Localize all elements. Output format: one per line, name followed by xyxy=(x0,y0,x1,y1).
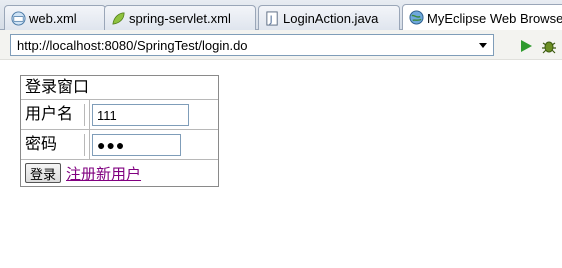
password-row: 密码 xyxy=(21,130,218,160)
tab-loginaction-java[interactable]: J LoginAction.java xyxy=(258,5,400,30)
password-cell xyxy=(89,130,90,159)
tab-label: MyEclipse Web Browse xyxy=(427,10,562,26)
password-input[interactable] xyxy=(92,134,181,156)
run-icon[interactable] xyxy=(518,38,534,54)
tab-label: LoginAction.java xyxy=(283,10,379,26)
xml-file-icon xyxy=(11,11,26,26)
tab-myeclipse-web-browser[interactable]: MyEclipse Web Browse xyxy=(402,4,562,31)
editor-tab-bar: web.xml spring-servlet.xml J LoginAction… xyxy=(0,0,562,31)
tab-web-xml[interactable]: web.xml xyxy=(4,5,106,30)
svg-text:J: J xyxy=(269,14,273,25)
login-title: 登录窗口 xyxy=(21,76,218,100)
browser-toolbar xyxy=(0,30,562,60)
debug-icon[interactable] xyxy=(541,38,557,54)
login-form: 登录窗口 用户名 密码 登录 注册新用户 xyxy=(20,75,219,187)
login-button[interactable]: 登录 xyxy=(25,163,62,183)
username-input[interactable] xyxy=(92,104,189,126)
actions-row: 登录 注册新用户 xyxy=(21,160,218,186)
browser-content: 登录窗口 用户名 密码 登录 注册新用户 xyxy=(0,61,562,268)
username-cell xyxy=(89,100,90,129)
tab-spring-servlet-xml[interactable]: spring-servlet.xml xyxy=(104,5,256,30)
java-file-icon: J xyxy=(266,11,278,26)
username-row: 用户名 xyxy=(21,100,218,130)
password-label: 密码 xyxy=(25,134,85,156)
url-dropdown-button[interactable] xyxy=(475,37,491,53)
username-label: 用户名 xyxy=(25,104,85,126)
tab-label: spring-servlet.xml xyxy=(129,10,231,26)
tab-label: web.xml xyxy=(29,10,77,26)
url-input[interactable] xyxy=(17,37,467,53)
register-link[interactable]: 注册新用户 xyxy=(66,163,141,184)
spring-leaf-icon xyxy=(112,12,125,25)
globe-icon xyxy=(409,10,424,25)
address-bar[interactable] xyxy=(10,34,494,56)
